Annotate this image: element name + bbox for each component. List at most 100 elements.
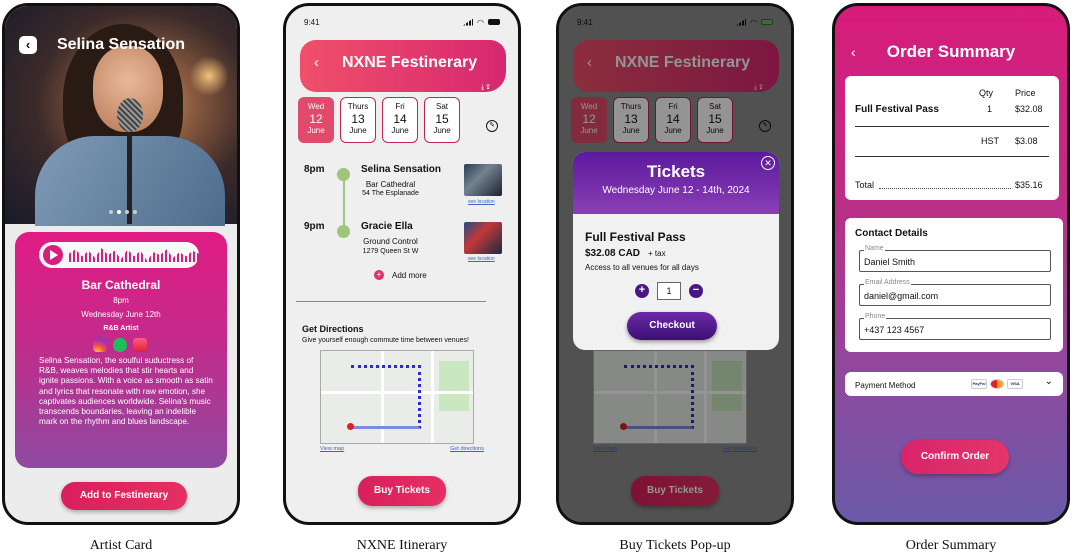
phone-label: Phone — [864, 313, 887, 320]
caption-artist-card: Artist Card — [89, 538, 153, 553]
paypal-icon: PayPal — [971, 379, 987, 389]
divider — [855, 126, 1049, 127]
get-directions-link[interactable]: Get directions — [450, 446, 484, 452]
tax-note: + tax — [648, 249, 666, 258]
contact-details-card: Contact Details Name Daniel Smith Email … — [845, 218, 1063, 352]
event-artist[interactable]: Gracie Ella — [361, 221, 413, 232]
day-tab-wed[interactable]: Wed 12 June — [298, 97, 334, 143]
event-address: 1279 Queen St W — [362, 248, 419, 255]
add-more-button[interactable]: + Add more — [374, 270, 427, 280]
battery-icon — [488, 19, 500, 25]
day-tab-fri[interactable]: Fri 14 June — [382, 97, 418, 143]
decrement-icon[interactable]: − — [689, 284, 703, 298]
increment-icon[interactable]: + — [635, 284, 649, 298]
directions-subtitle: Give yourself enough commute time betwee… — [302, 337, 469, 344]
event-artist[interactable]: Selina Sensation — [361, 164, 441, 175]
spotify-icon[interactable] — [113, 338, 127, 352]
divider — [855, 156, 1049, 157]
phone-itinerary: 9:41 ◠ ‹ NXNE Festinerary ⤓⇪ Wed 12 June T… — [283, 3, 521, 525]
plus-icon: + — [374, 270, 384, 280]
event-venue: Ground Control — [363, 237, 418, 246]
modal-header: Tickets Wednesday June 12 - 14th, 2024 ✕ — [573, 152, 779, 214]
phone-field[interactable]: Phone +437 123 4567 — [859, 313, 1051, 340]
name-label: Name — [864, 245, 885, 252]
email-field[interactable]: Email Address daniel@gmail.com — [859, 279, 1051, 306]
day-tab-thurs[interactable]: Thurs 13 June — [340, 97, 376, 143]
modal-title: Tickets — [646, 162, 706, 181]
pass-name: Full Festival Pass — [585, 230, 686, 244]
add-to-festinerary-button[interactable]: Add to Festinerary — [61, 482, 187, 510]
caption-tickets-popup: Buy Tickets Pop-up — [619, 538, 731, 553]
itinerary-title: NXNE Festinerary — [342, 54, 478, 71]
dotted-leader — [879, 188, 1011, 189]
payment-logos: PayPal VISA — [971, 379, 1023, 389]
edit-icon[interactable]: ✎ — [486, 120, 498, 132]
payment-method-label: Payment Method — [855, 381, 916, 390]
close-icon[interactable]: ✕ — [761, 156, 775, 170]
event-venue: Bar Cathedral — [365, 180, 416, 189]
map-pin-icon — [347, 423, 354, 430]
artist-genre: R&B Artist — [103, 325, 139, 332]
hst-label: HST — [981, 136, 999, 146]
venue-thumbnail — [464, 222, 502, 254]
play-icon[interactable] — [43, 245, 63, 265]
download-share-icons[interactable]: ⤓⇪ — [481, 84, 492, 92]
itinerary-header: ‹ NXNE Festinerary ⤓⇪ — [300, 40, 506, 92]
chevron-down-icon[interactable]: ⌄ — [1045, 376, 1053, 387]
apple-music-icon[interactable] — [133, 338, 147, 352]
event-time: 9pm — [304, 221, 325, 232]
checkout-button[interactable]: Checkout — [627, 312, 717, 340]
phone-artist-card: ‹ Selina Sensation Bar Cathedral 8pm Wed… — [2, 3, 240, 525]
signal-icon — [463, 18, 474, 26]
social-links — [93, 338, 147, 352]
carousel-dots[interactable] — [109, 210, 137, 214]
total-value: $35.16 — [1015, 180, 1043, 190]
show-date: Wednesday June 12th — [81, 310, 161, 319]
email-label: Email Address — [864, 279, 911, 286]
pass-price: $32.08 CAD + tax — [585, 248, 666, 259]
tickets-modal: Tickets Wednesday June 12 - 14th, 2024 ✕… — [573, 152, 779, 350]
route-map[interactable] — [320, 350, 474, 444]
wifi-icon: ◠ — [477, 17, 484, 27]
waveform[interactable] — [69, 248, 199, 262]
qty-header: Qty — [979, 88, 994, 98]
venue-thumbnail — [464, 164, 502, 196]
pass-description: Access to all venues for all days — [585, 263, 699, 272]
contact-details-title: Contact Details — [855, 228, 928, 239]
instagram-icon[interactable] — [93, 338, 107, 352]
event-address: 54 The Esplanade — [362, 190, 419, 197]
name-value: Daniel Smith — [864, 257, 916, 267]
visa-icon: VISA — [1007, 379, 1023, 389]
venue-name: Bar Cathedral — [81, 278, 161, 292]
phone-value: +437 123 4567 — [864, 325, 925, 335]
line-item-price: $32.08 — [1015, 104, 1043, 114]
day-selector: Wed 12 June Thurs 13 June Fri 14 June Sat 15 Jun… — [298, 97, 460, 143]
buy-tickets-button[interactable]: Buy Tickets — [358, 476, 446, 506]
hst-value: $3.08 — [1015, 136, 1038, 146]
view-map-link[interactable]: View map — [320, 446, 344, 452]
payment-method-select[interactable]: Payment Method PayPal VISA ⌄ — [845, 372, 1063, 396]
order-summary-card: Qty Price Full Festival Pass 1 $32.08 HS… — [845, 76, 1059, 200]
quantity-field[interactable]: 1 — [657, 282, 681, 300]
price-header: Price — [1015, 88, 1036, 98]
day-tab-sat[interactable]: Sat 15 June — [424, 97, 460, 143]
confirm-order-button[interactable]: Confirm Order — [901, 440, 1009, 474]
status-time: 9:41 — [304, 17, 320, 27]
map-links: View map Get directions — [320, 446, 484, 452]
name-field[interactable]: Name Daniel Smith — [859, 245, 1051, 272]
modal-dates: Wednesday June 12 - 14th, 2024 — [602, 185, 750, 196]
back-icon[interactable]: ‹ — [314, 54, 319, 71]
artist-title: Selina Sensation — [56, 36, 186, 53]
see-location-link[interactable]: see location — [468, 199, 495, 205]
see-location-link[interactable]: see location — [468, 256, 495, 262]
divider — [296, 301, 486, 302]
timeline-line — [343, 174, 345, 232]
quantity-stepper: + 1 − — [635, 282, 703, 300]
audio-player[interactable] — [39, 242, 199, 268]
phone-tickets-popup: 9:41 ◠ ‹ NXNE Festinerary ⤓⇪ Wed 12 June T… — [556, 3, 794, 525]
event-time: 8pm — [304, 164, 325, 175]
line-item-name: Full Festival Pass — [855, 104, 939, 115]
phone-order-summary: ‹ Order Summary Qty Price Full Festival … — [832, 3, 1070, 525]
directions-title: Get Directions — [302, 324, 364, 334]
mastercard-icon — [990, 379, 1004, 389]
